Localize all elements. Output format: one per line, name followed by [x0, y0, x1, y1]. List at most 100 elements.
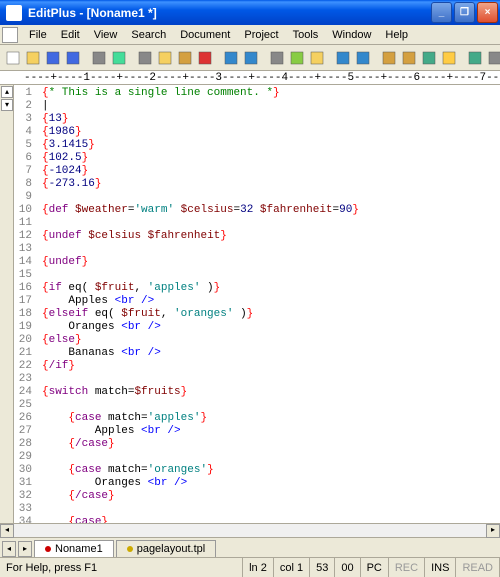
menu-edit[interactable]: Edit — [54, 27, 87, 43]
code-line[interactable]: {* This is a single line comment. *} — [42, 87, 496, 100]
line-number: 31 — [16, 477, 32, 490]
statusbar: For Help, press F1 ln 2 col 1 53 00 PC R… — [0, 557, 500, 577]
scroll-right-icon[interactable]: ▸ — [486, 524, 500, 538]
code-line[interactable]: {/case} — [42, 490, 496, 503]
code-line[interactable] — [42, 269, 496, 282]
minimize-button[interactable]: _ — [431, 2, 452, 23]
menu-project[interactable]: Project — [237, 27, 285, 43]
code-line[interactable] — [42, 399, 496, 412]
copy-icon[interactable] — [156, 48, 174, 68]
code-line[interactable]: Bananas <br /> — [42, 347, 496, 360]
code-line[interactable]: {1986} — [42, 126, 496, 139]
code-line[interactable]: {def $weather='warm' $celsius=32 $fahren… — [42, 204, 496, 217]
tab-noname1[interactable]: Noname1 — [34, 540, 114, 557]
code-line[interactable]: {switch match=$fruits} — [42, 386, 496, 399]
line-number: 21 — [16, 347, 32, 360]
code-line[interactable]: {-1024} — [42, 165, 496, 178]
line-number: 29 — [16, 451, 32, 464]
code-line[interactable] — [42, 191, 496, 204]
status-col: col 1 — [274, 558, 310, 577]
code-line[interactable]: | — [42, 100, 496, 113]
tab-pagelayout-tpl[interactable]: pagelayout.tpl — [116, 540, 217, 557]
paste-icon[interactable] — [176, 48, 194, 68]
redo-icon[interactable] — [242, 48, 260, 68]
line-number: 6 — [16, 152, 32, 165]
status-line: ln 2 — [243, 558, 274, 577]
menu-document[interactable]: Document — [173, 27, 237, 43]
word-wrap-icon[interactable] — [334, 48, 352, 68]
cut-icon[interactable] — [136, 48, 154, 68]
doc-icon[interactable] — [2, 27, 18, 43]
code-area[interactable]: {* This is a single line comment. *}|{13… — [38, 85, 500, 523]
code-line[interactable]: Oranges <br /> — [42, 321, 496, 334]
code-line[interactable]: {-273.16} — [42, 178, 496, 191]
highlight-icon[interactable] — [440, 48, 458, 68]
new-icon[interactable] — [4, 48, 22, 68]
menu-view[interactable]: View — [87, 27, 125, 43]
code-line[interactable]: {else} — [42, 334, 496, 347]
code-line[interactable]: {3.1415} — [42, 139, 496, 152]
code-line[interactable] — [42, 451, 496, 464]
code-line[interactable]: {/case} — [42, 438, 496, 451]
font-icon[interactable] — [354, 48, 372, 68]
undo-icon[interactable] — [222, 48, 240, 68]
app-icon — [6, 5, 22, 21]
line-number: 17 — [16, 295, 32, 308]
print-icon[interactable] — [90, 48, 108, 68]
expand-up-icon[interactable]: ▴ — [1, 86, 13, 98]
code-line[interactable]: {case match='oranges'} — [42, 464, 496, 477]
code-line[interactable] — [42, 503, 496, 516]
code-line[interactable] — [42, 373, 496, 386]
code-line[interactable]: Apples <br /> — [42, 295, 496, 308]
status-encoding: PC — [361, 558, 389, 577]
scroll-track[interactable] — [14, 524, 486, 537]
tab-prev-icon[interactable]: ◂ — [2, 541, 16, 557]
save-icon[interactable] — [44, 48, 62, 68]
line-number: 34 — [16, 516, 32, 523]
line-number: 15 — [16, 269, 32, 282]
tab-next-icon[interactable]: ▸ — [18, 541, 32, 557]
menu-search[interactable]: Search — [124, 27, 173, 43]
go-icon[interactable] — [308, 48, 326, 68]
indent-icon[interactable] — [380, 48, 398, 68]
line-gutter: 1234567891011121314151617181920212223242… — [14, 85, 38, 523]
line-number: 26 — [16, 412, 32, 425]
delete-icon[interactable] — [196, 48, 214, 68]
code-line[interactable]: {undef} — [42, 256, 496, 269]
menu-window[interactable]: Window — [325, 27, 378, 43]
code-line[interactable]: Oranges <br /> — [42, 477, 496, 490]
find-icon[interactable] — [268, 48, 286, 68]
horizontal-scrollbar[interactable]: ◂ ▸ — [0, 523, 500, 537]
expand-down-icon[interactable]: ▾ — [1, 99, 13, 111]
code-line[interactable]: {102.5} — [42, 152, 496, 165]
close-button[interactable]: × — [477, 2, 498, 23]
menu-help[interactable]: Help — [378, 27, 415, 43]
maximize-button[interactable]: ❐ — [454, 2, 475, 23]
code-line[interactable]: {if eq( $fruit, 'apples' )} — [42, 282, 496, 295]
code-line[interactable]: {case match='apples'} — [42, 412, 496, 425]
code-line[interactable] — [42, 243, 496, 256]
menubar: FileEditViewSearchDocumentProjectToolsWi… — [0, 25, 500, 45]
code-line[interactable]: {13} — [42, 113, 496, 126]
code-line[interactable]: Apples <br /> — [42, 425, 496, 438]
code-line[interactable]: {elseif eq( $fruit, 'oranges' )} — [42, 308, 496, 321]
preview-icon[interactable] — [110, 48, 128, 68]
code-editor[interactable]: 1234567891011121314151617181920212223242… — [14, 85, 500, 523]
line-number: 11 — [16, 217, 32, 230]
outdent-icon[interactable] — [400, 48, 418, 68]
scroll-left-icon[interactable]: ◂ — [0, 524, 14, 538]
menu-tools[interactable]: Tools — [286, 27, 326, 43]
code-line[interactable]: {undef $celsius $fahrenheit} — [42, 230, 496, 243]
bookmark-icon[interactable] — [420, 48, 438, 68]
open-icon[interactable] — [24, 48, 42, 68]
status-ins: INS — [425, 558, 456, 577]
line-number: 25 — [16, 399, 32, 412]
saveall-icon[interactable] — [64, 48, 82, 68]
browser-icon[interactable] — [466, 48, 484, 68]
replace-icon[interactable] — [288, 48, 306, 68]
code-line[interactable]: {case} — [42, 516, 496, 523]
code-line[interactable]: {/if} — [42, 360, 496, 373]
tile-icon[interactable] — [486, 48, 500, 68]
menu-file[interactable]: File — [22, 27, 54, 43]
code-line[interactable] — [42, 217, 496, 230]
